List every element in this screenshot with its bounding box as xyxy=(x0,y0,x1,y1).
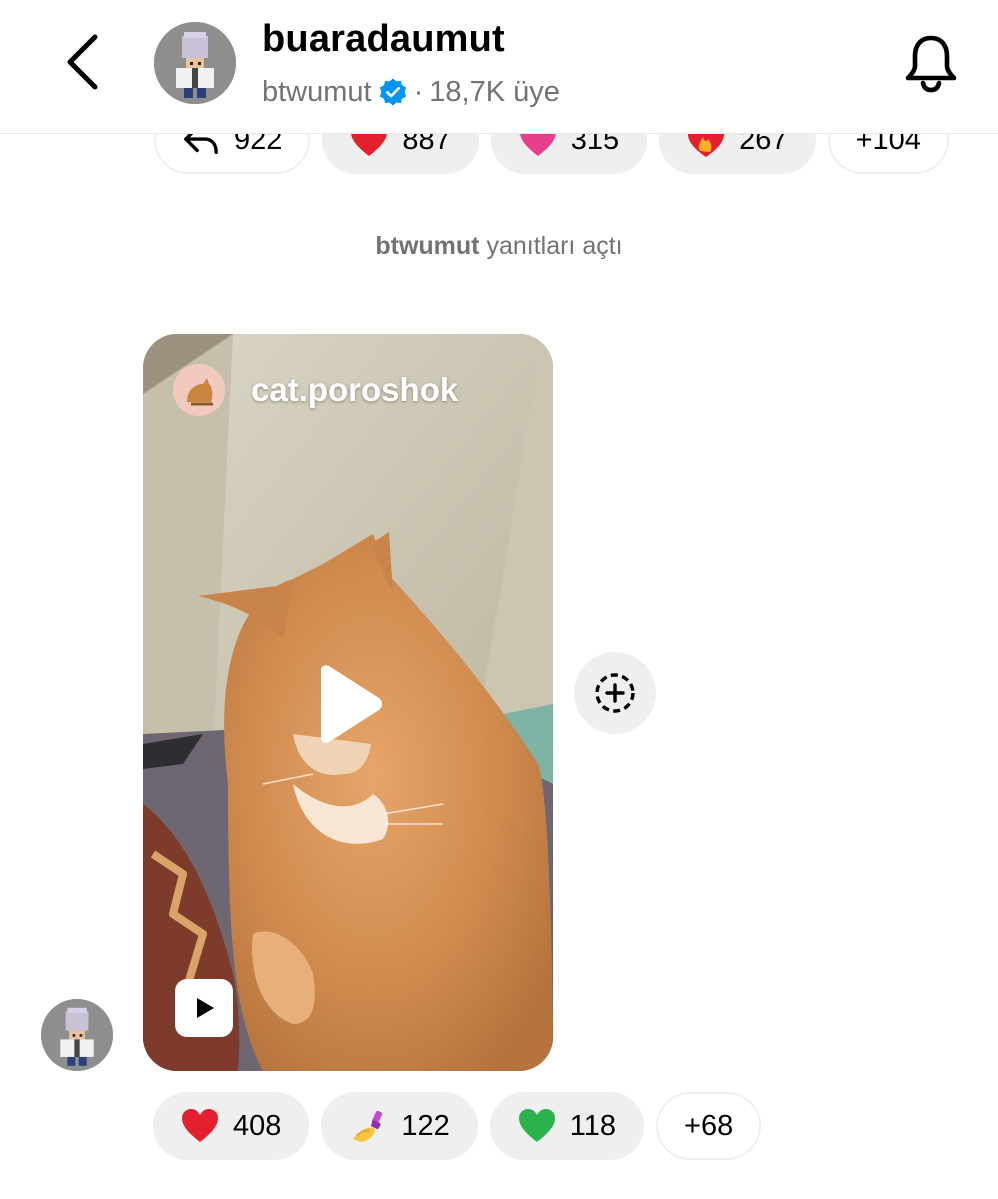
share-to-story-button[interactable] xyxy=(574,652,656,734)
reaction-count: 408 xyxy=(233,1109,282,1142)
play-icon[interactable] xyxy=(313,664,385,744)
sender-avatar[interactable] xyxy=(41,999,113,1071)
member-count: 18,7K üye xyxy=(429,75,560,108)
reaction-chip-red-heart[interactable]: 408 xyxy=(153,1092,310,1160)
channel-header: buaradaumut btwumut · 18,7K üye xyxy=(0,0,998,134)
reaction-count: +68 xyxy=(684,1109,734,1142)
chevron-left-icon xyxy=(67,34,98,90)
notifications-button[interactable] xyxy=(900,30,962,96)
reel-author-avatar xyxy=(173,364,225,416)
pixel-character-avatar xyxy=(41,999,113,1071)
pixel-character-avatar xyxy=(154,22,236,104)
reels-icon xyxy=(175,979,233,1037)
system-message: btwumut yanıtları açtı xyxy=(0,232,998,261)
add-story-icon xyxy=(595,673,635,713)
separator-dot: · xyxy=(413,75,424,108)
reaction-chip-nail-polish[interactable]: 122 xyxy=(321,1092,478,1160)
reaction-count: 118 xyxy=(569,1109,617,1142)
shared-reel-card[interactable]: cat.poroshok xyxy=(143,334,553,1071)
reaction-chip-more[interactable]: +68 xyxy=(656,1092,762,1160)
reaction-chip-green-heart[interactable]: 118 xyxy=(489,1092,645,1160)
channel-subtitle: btwumut · 18,7K üye xyxy=(262,72,560,112)
channel-avatar[interactable] xyxy=(154,22,236,104)
red-heart-emoji xyxy=(181,1107,219,1145)
channel-name[interactable]: buaradaumut xyxy=(262,18,505,61)
reel-author-name: cat.poroshok xyxy=(251,371,459,408)
channel-screen: buaradaumut btwumut · 18,7K üye 922 887 … xyxy=(0,0,998,1199)
reel-message-reactions: 408 122 118 +68 xyxy=(153,1092,762,1160)
reaction-count: 122 xyxy=(401,1109,450,1142)
nail-polish-emoji xyxy=(349,1107,387,1145)
back-button[interactable] xyxy=(52,22,112,102)
verified-badge-icon xyxy=(379,78,406,106)
green-heart-emoji xyxy=(518,1107,556,1145)
owner-username[interactable]: btwumut xyxy=(262,76,372,109)
reel-author[interactable]: cat.poroshok xyxy=(173,364,458,416)
bell-icon xyxy=(905,35,957,93)
system-message-username[interactable]: btwumut xyxy=(375,232,479,260)
system-message-text: yanıtları açtı xyxy=(479,232,623,260)
